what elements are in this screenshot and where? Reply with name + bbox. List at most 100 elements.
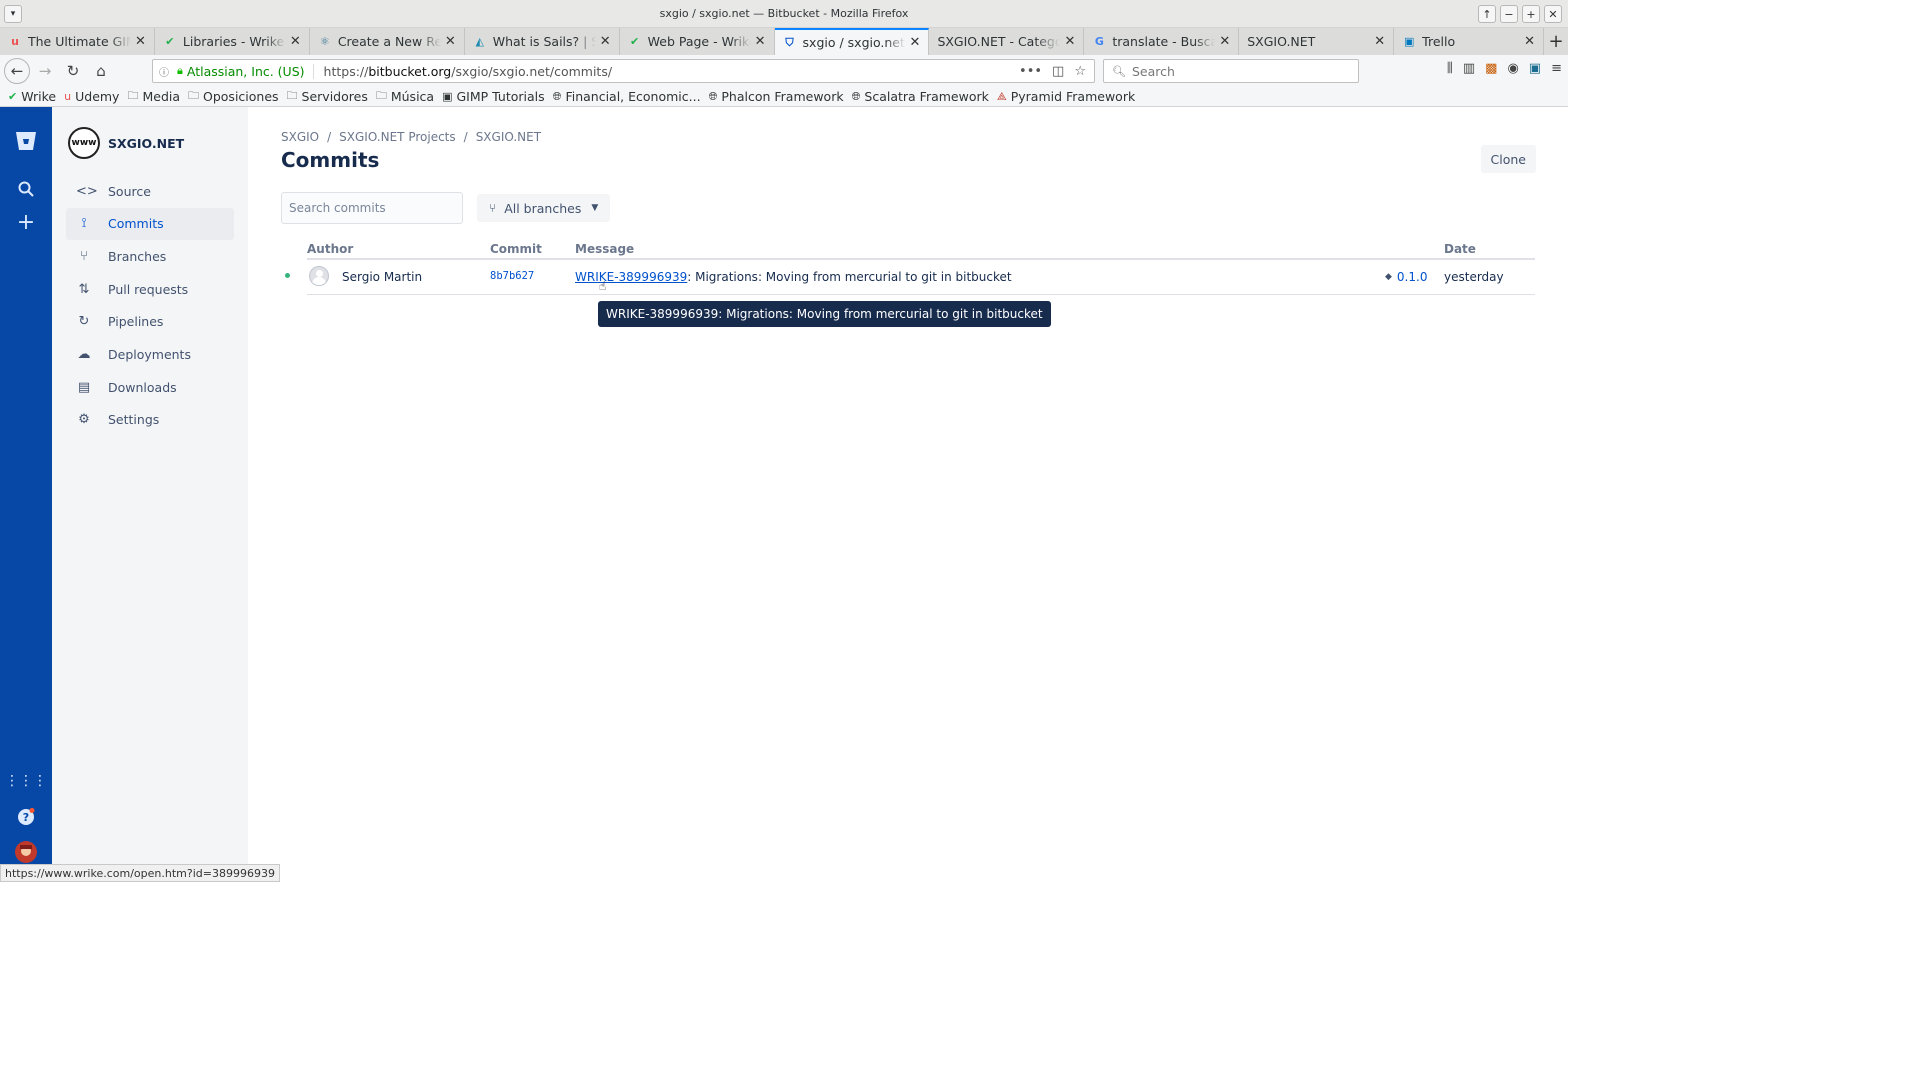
sidebar-item-settings[interactable]: ⚙ Settings xyxy=(66,404,234,436)
bookmark-servidores[interactable]: 🗀 Servidores xyxy=(287,87,368,106)
all-branches-dropdown[interactable]: ⑂ All branches ▼ xyxy=(477,194,611,222)
folder-icon: 🗀 xyxy=(286,89,298,102)
close-icon[interactable]: ✕ xyxy=(1064,34,1075,49)
tag-badge[interactable]: ◆ 0.1.0 xyxy=(1385,270,1427,284)
sails-icon: ◭ xyxy=(475,35,484,48)
commit-date: yesterday xyxy=(1444,270,1504,284)
search-commits-input[interactable] xyxy=(281,192,463,224)
navigation-toolbar: ← → ↻ ⌂ ⓘ 🔒︎ Atlassian, Inc. (US) https:… xyxy=(0,55,1568,87)
settings-icon: ⚙ xyxy=(78,412,90,428)
bookmark-udemy[interactable]: u Udemy xyxy=(64,89,119,104)
library-icon[interactable]: ⫼ xyxy=(1447,61,1453,76)
close-icon[interactable]: ✕ xyxy=(755,34,766,49)
window-close-icon[interactable]: ✕ xyxy=(1544,5,1562,23)
close-icon[interactable]: ✕ xyxy=(135,34,146,49)
pocket-icon[interactable]: ◫ xyxy=(1052,64,1064,79)
clone-button[interactable]: Clone xyxy=(1480,145,1536,173)
tab-sails[interactable]: ◭ What is Sails? | Sail ✕ xyxy=(465,28,620,55)
bitbucket-logo-icon[interactable] xyxy=(10,125,42,157)
url-bar[interactable]: ⓘ 🔒︎ Atlassian, Inc. (US) https://bitbuc… xyxy=(152,59,1095,83)
window-menu-button[interactable]: ▾ xyxy=(4,5,22,23)
status-url-bar: https://www.wrike.com/open.htm?id=389996… xyxy=(0,864,280,882)
tab-trello[interactable]: ▣ Trello ✕ xyxy=(1394,28,1545,55)
sidebar-item-branches[interactable]: ⑂ Branches xyxy=(66,240,234,272)
bookmark-oposiciones[interactable]: 🗀 Oposiciones xyxy=(188,87,279,106)
sidebar-item-pull-requests[interactable]: ⇅ Pull requests xyxy=(66,273,234,305)
window-up-icon[interactable]: ↑ xyxy=(1478,5,1496,23)
globe-icon: 🌐︎ xyxy=(708,89,718,103)
close-icon[interactable]: ✕ xyxy=(290,34,301,49)
site-identity[interactable]: Atlassian, Inc. (US) xyxy=(187,63,314,79)
tab-gimp[interactable]: u The Ultimate GIMP ✕ xyxy=(0,28,155,55)
sidebar-item-deployments[interactable]: ☁ Deployments xyxy=(66,338,234,370)
sidebar-item-downloads[interactable]: ▤ Downloads xyxy=(66,371,234,403)
home-icon[interactable]: ⌂ xyxy=(88,58,114,84)
help-icon[interactable]: ? xyxy=(10,801,42,833)
sidebar-item-source[interactable]: <> Source xyxy=(66,175,234,207)
tab-libraries-wrike[interactable]: ✔ Libraries - Wrike ✕ xyxy=(155,28,310,55)
breadcrumb-repo[interactable]: SXGIO.NET xyxy=(476,130,541,144)
breadcrumb-sxgio[interactable]: SXGIO xyxy=(281,130,319,144)
search-icon[interactable] xyxy=(10,173,42,205)
info-icon[interactable]: ⓘ xyxy=(159,64,175,79)
close-icon[interactable]: ✕ xyxy=(445,34,456,49)
back-icon[interactable]: ← xyxy=(4,58,30,84)
build-status-dot xyxy=(285,273,290,278)
gimp-icon: ▣ xyxy=(442,90,453,103)
menu-icon[interactable]: ≡ xyxy=(1551,61,1562,76)
message-tooltip: WRIKE-389996939: Migrations: Moving from… xyxy=(598,301,1051,327)
page-title: Commits xyxy=(281,148,380,172)
account-icon[interactable]: ◉ xyxy=(1507,61,1518,76)
bookmark-musica[interactable]: 🗀 Música xyxy=(376,87,434,106)
extension-icon[interactable]: ▩ xyxy=(1485,61,1497,76)
bookmark-financial[interactable]: 🌐︎ Financial, Economic... xyxy=(553,89,701,104)
bookmark-pyramid[interactable]: ⟁ Pyramid Framework xyxy=(997,89,1135,104)
url-text[interactable]: https://bitbucket.org/sxgio/sxgio.net/co… xyxy=(324,64,613,79)
window-minimize-icon[interactable]: − xyxy=(1500,5,1518,23)
close-icon[interactable]: ✕ xyxy=(1219,34,1230,49)
close-icon[interactable]: ✕ xyxy=(910,35,921,50)
tag-icon: ◆ xyxy=(1385,272,1392,282)
udemy-icon: u xyxy=(64,90,72,103)
globe-icon: 🌐︎ xyxy=(552,89,562,103)
new-tab-icon[interactable]: + xyxy=(1544,28,1568,55)
sidebar-toggle-icon[interactable]: ▥ xyxy=(1463,61,1475,76)
tab-sxgio-categories[interactable]: SXGIO.NET - Categorie ✕ xyxy=(929,28,1085,55)
sidebar-item-commits[interactable]: ⟟ Commits xyxy=(66,207,234,240)
tab-sxgio[interactable]: SXGIO.NET ✕ xyxy=(1239,28,1395,55)
forward-icon[interactable]: → xyxy=(32,58,58,84)
close-icon[interactable]: ✕ xyxy=(1374,34,1385,49)
tab-react[interactable]: ⚛ Create a New React ✕ xyxy=(310,28,465,55)
bookmark-star-icon[interactable]: ☆ xyxy=(1074,64,1086,79)
breadcrumb-separator: / xyxy=(327,130,332,144)
folder-icon: 🗀 xyxy=(188,89,200,102)
breadcrumb-projects[interactable]: SXGIO.NET Projects xyxy=(339,130,455,144)
bookmark-wrike[interactable]: ✔ Wrike xyxy=(8,89,56,104)
column-date: Date xyxy=(1444,242,1476,256)
project-sidebar: www SXGIO.NET <> Source ⟟ Commits ⑂ Bran… xyxy=(52,107,248,882)
more-actions-icon[interactable]: ••• xyxy=(1019,64,1042,79)
commit-hash-link[interactable]: 8b7b627 xyxy=(490,270,534,282)
bookmark-phalcon[interactable]: 🌐︎ Phalcon Framework xyxy=(709,89,844,104)
bookmark-gimp-tutorials[interactable]: ▣ GIMP Tutorials xyxy=(442,89,545,104)
project-header[interactable]: www SXGIO.NET xyxy=(68,127,184,159)
issue-link[interactable]: WRIKE-389996939 xyxy=(575,270,687,284)
browser-search-input[interactable]: 🔍︎ Search xyxy=(1103,59,1359,83)
create-icon[interactable]: + xyxy=(10,206,42,238)
bookmark-media[interactable]: 🗀 Media xyxy=(127,87,180,106)
window-maximize-icon[interactable]: + xyxy=(1522,5,1540,23)
sidebar-item-pipelines[interactable]: ↻ Pipelines xyxy=(66,306,234,338)
pipelines-icon: ↻ xyxy=(78,314,90,330)
tab-bitbucket[interactable]: ⛉ sxgio / sxgio.net — ✕ xyxy=(774,28,930,55)
tab-translate[interactable]: G translate - Buscar c ✕ xyxy=(1084,28,1240,55)
reload-icon[interactable]: ↻ xyxy=(60,58,86,84)
tab-web-page-wrike[interactable]: ✔ Web Page - Wrike ✕ xyxy=(620,28,775,55)
close-icon[interactable]: ✕ xyxy=(1524,34,1535,49)
bookmark-scalatra[interactable]: 🌐︎ Scalatra Framework xyxy=(852,89,989,104)
svg-text:?: ? xyxy=(23,811,29,824)
close-icon[interactable]: ✕ xyxy=(600,34,611,49)
author-name: Sergio Martin xyxy=(342,270,423,284)
bitbucket-icon: ⛉ xyxy=(785,35,794,49)
react-devtools-icon[interactable]: ▣ xyxy=(1529,61,1541,76)
app-switcher-icon[interactable]: ⋮⋮⋮ xyxy=(5,765,47,797)
